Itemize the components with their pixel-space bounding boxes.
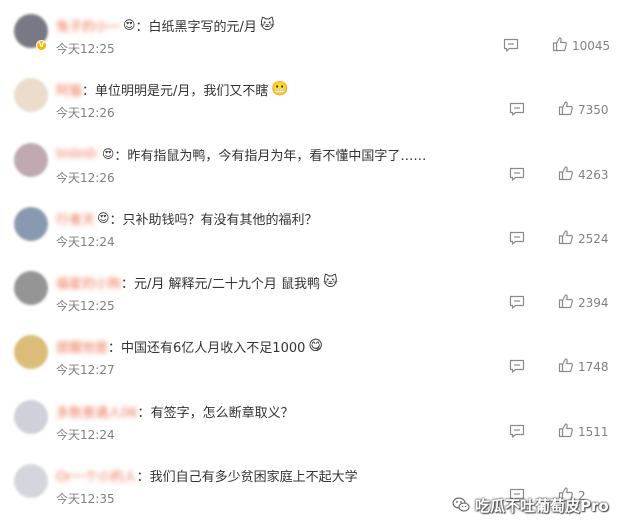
comment-text: 有签字，怎么断章取义？	[150, 405, 294, 421]
comment-icon[interactable]	[509, 424, 525, 438]
emoji-icon: 🐱	[323, 274, 338, 290]
like-count: 10045	[572, 39, 611, 53]
thumbs-up-icon[interactable]	[558, 229, 574, 245]
comment-line: 兔子的小一 😍 ： 白纸黑字写的元/月 🐱	[56, 15, 275, 35]
comment-line: 阿猫 ： 单位明明是元/月，我们又不瞎 😬	[56, 79, 289, 99]
comment-text: 昨有指鼠为鸭，今有指月为年，看不懂中国字了……	[127, 148, 427, 164]
comment-text: 白纸黑字写的元/月	[148, 19, 257, 35]
thumbs-up-icon[interactable]	[558, 100, 574, 116]
username-link[interactable]: Or一个小的人	[56, 466, 137, 485]
comment-icon[interactable]	[509, 359, 525, 373]
comment-time: 今天12:24	[56, 235, 115, 249]
comment-line: 福星的小狗 ： 元/月 解释元/二十九个月 鼠我鸭 🐱	[56, 272, 338, 292]
comment-separator: ：	[108, 340, 122, 356]
comment-item: 福星的小狗 ： 元/月 解释元/二十九个月 鼠我鸭 🐱 今天12:25 2394	[0, 257, 626, 321]
watermark: 吃瓜不吐葡萄皮Pro	[452, 492, 609, 518]
username-link[interactable]: 兔子的小一	[56, 16, 121, 35]
emoji-icon: 😋	[308, 338, 323, 354]
comment-line: 提醒他是 ： 中国还有6亿人月收入不足1000 😋	[56, 336, 323, 356]
comment-item: 多数普通人06 ： 有签字，怎么断章取义？ 今天12:24 1511	[0, 386, 626, 450]
avatar[interactable]	[14, 271, 48, 305]
comment-text: 中国还有6亿人月收入不足1000	[121, 340, 306, 356]
username-link[interactable]: 福星的小狗	[56, 273, 121, 292]
comment-line: 多数普通人06 ： 有签字，怎么断章取义？	[56, 401, 294, 421]
comment-item: 提醒他是 ： 中国还有6亿人月收入不足1000 😋 今天12:27 1748	[0, 321, 626, 385]
emoji-icon: 🐱	[259, 17, 275, 33]
like-count: 2524	[578, 232, 609, 246]
comment-separator: ：	[82, 83, 96, 99]
like-count: 7350	[578, 103, 609, 117]
comment-text: 我们自己有多少贫困家庭上不起大学	[149, 469, 358, 485]
avatar[interactable]	[14, 335, 48, 369]
comment-time: 今天12:24	[56, 428, 115, 442]
comment-time: 今天12:26	[56, 106, 115, 120]
like-count: 1748	[578, 360, 609, 374]
comment-item: linlin0- 😍 ： 昨有指鼠为鸭，今有指月为年，看不懂中国字了…… 今天1…	[0, 129, 626, 193]
comment-line: linlin0- 😍 ： 昨有指鼠为鸭，今有指月为年，看不懂中国字了……	[56, 144, 426, 164]
comment-text: 元/月 解释元/二十九个月 鼠我鸭	[134, 276, 321, 292]
comment-separator: ：	[109, 212, 123, 228]
thumbs-up-icon[interactable]	[558, 357, 574, 373]
username-link[interactable]: 提醒他是	[56, 337, 108, 356]
comment-icon[interactable]	[509, 231, 525, 245]
thumbs-up-icon[interactable]	[558, 293, 574, 309]
comment-item: V 兔子的小一 😍 ： 白纸黑字写的元/月 🐱 今天12:25 10045	[0, 0, 626, 64]
comment-separator: ：	[136, 469, 150, 485]
comment-item: 阿猫 ： 单位明明是元/月，我们又不瞎 😬 今天12:26 7350	[0, 64, 626, 128]
comment-icon[interactable]	[503, 38, 519, 52]
comment-separator: ：	[135, 19, 149, 35]
fan-badge-icon: 😍	[123, 18, 136, 32]
fan-badge-icon: 😍	[97, 211, 110, 225]
comment-time: 今天12:35	[56, 492, 115, 506]
emoji-icon: 😬	[271, 81, 289, 97]
username-link[interactable]: linlin0-	[56, 147, 100, 162]
fan-badge-icon: 😍	[101, 147, 115, 161]
username-link[interactable]: 多数普通人06	[56, 402, 138, 421]
thumbs-up-icon[interactable]	[558, 165, 574, 181]
comment-separator: ：	[121, 276, 135, 292]
verified-badge-icon: V	[36, 40, 47, 51]
comment-icon[interactable]	[509, 167, 525, 181]
comment-time: 今天12:25	[56, 42, 115, 56]
comment-time: 今天12:27	[56, 363, 115, 377]
username-link[interactable]: 阿猫	[56, 80, 82, 99]
comment-text: 只补助钱吗？有没有其他的福利？	[122, 212, 318, 228]
wechat-icon	[452, 496, 470, 514]
thumbs-up-icon[interactable]	[558, 422, 574, 438]
avatar[interactable]	[14, 143, 48, 177]
avatar[interactable]	[14, 400, 48, 434]
comment-icon[interactable]	[509, 102, 525, 116]
comment-line: 行者天 😍 ： 只补助钱吗？有没有其他的福利？	[56, 208, 318, 228]
like-count: 1511	[578, 425, 609, 439]
like-count: 2394	[578, 296, 609, 310]
like-count: 4263	[578, 168, 609, 182]
thumbs-up-icon[interactable]	[552, 36, 568, 52]
username-link[interactable]: 行者天	[56, 209, 95, 228]
comment-separator: ：	[137, 405, 151, 421]
comment-line: Or一个小的人 ： 我们自己有多少贫困家庭上不起大学	[56, 465, 358, 485]
watermark-text: 吃瓜不吐葡萄皮Pro	[475, 496, 609, 515]
comment-text: 单位明明是元/月，我们又不瞎	[95, 83, 269, 99]
avatar[interactable]	[14, 464, 48, 498]
comment-icon[interactable]	[509, 295, 525, 309]
comment-separator: ：	[114, 148, 128, 164]
comment-time: 今天12:26	[56, 171, 115, 185]
comment-time: 今天12:25	[56, 299, 115, 313]
avatar[interactable]	[14, 207, 48, 241]
comment-item: 行者天 😍 ： 只补助钱吗？有没有其他的福利？ 今天12:24 2524	[0, 193, 626, 257]
avatar[interactable]	[14, 78, 48, 112]
